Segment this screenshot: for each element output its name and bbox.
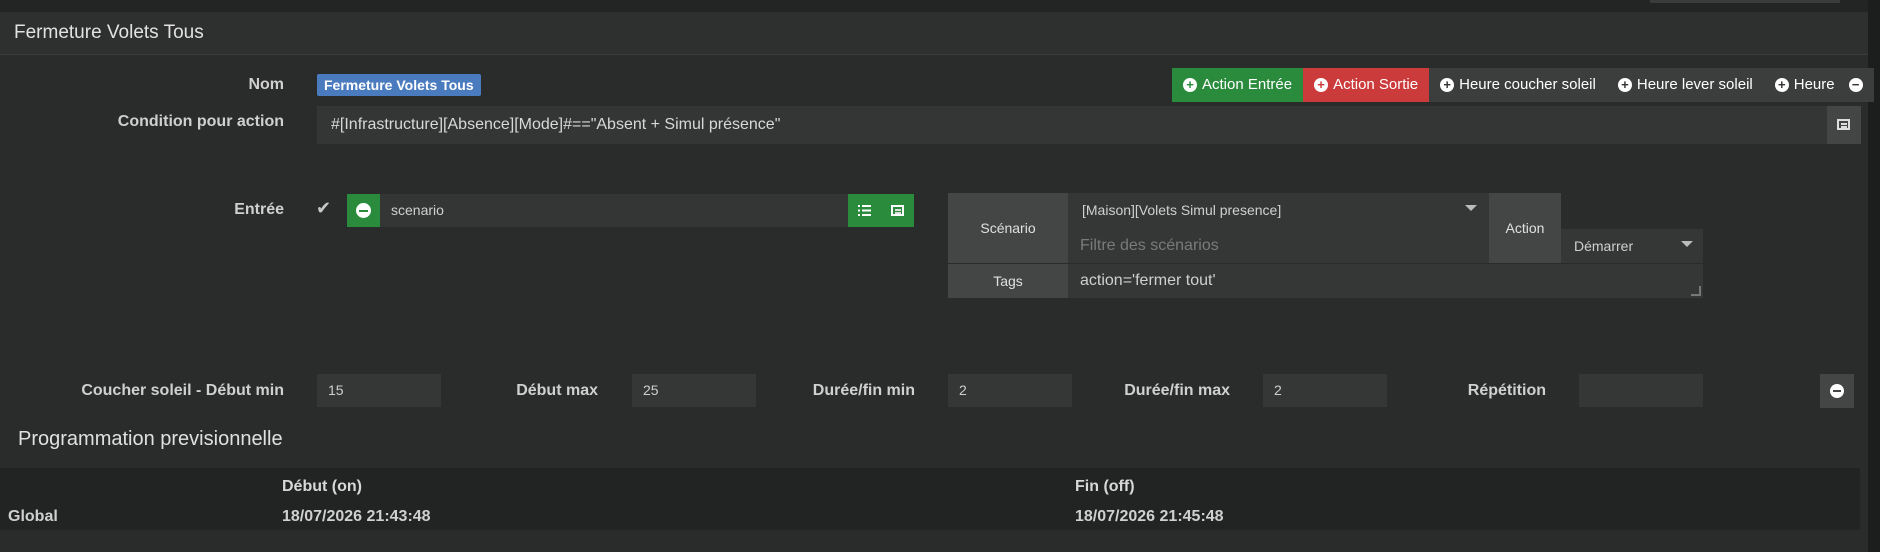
action-sortie-button[interactable]: + Action Sortie: [1303, 68, 1430, 102]
top-tab[interactable]: [1650, 0, 1840, 3]
chevron-down-icon: [1465, 205, 1477, 211]
repetition-label: Répétition: [1467, 382, 1546, 399]
remove-timing-button[interactable]: [1820, 374, 1854, 408]
row-start: 18/07/2026 21:43:48: [282, 508, 431, 525]
minus-circle-icon: [1830, 384, 1844, 398]
action-value: Démarrer: [1574, 238, 1634, 254]
heure-lever-soleil-button[interactable]: + Heure lever soleil: [1606, 68, 1764, 102]
row-end: 18/07/2026 21:45:48: [1075, 508, 1224, 525]
list-icon: [891, 205, 904, 216]
chevron-down-icon: [1681, 241, 1693, 247]
select-list-button[interactable]: [848, 194, 881, 227]
scenario-filter-input[interactable]: Filtre des scénarios: [1068, 228, 1489, 263]
tags-label: Tags: [948, 264, 1068, 298]
panel-title: Fermeture Volets Tous: [14, 22, 204, 43]
checklist-icon: [858, 205, 871, 216]
action-entree-button[interactable]: + Action Entrée: [1172, 68, 1304, 102]
col-start-header: Début (on): [282, 478, 362, 495]
condition-label: Condition pour action: [117, 113, 284, 130]
minus-circle-icon: −: [1848, 78, 1863, 92]
entree-input[interactable]: scenario: [380, 194, 848, 227]
col-end-header: Fin (off): [1075, 478, 1135, 495]
scenario-select[interactable]: [Maison][Volets Simul presence]: [1068, 193, 1489, 228]
plus-circle-icon: +: [1617, 78, 1632, 92]
tags-value: action='fermer tout': [1080, 272, 1216, 289]
nom-badge: Fermeture Volets Tous: [317, 74, 481, 96]
panel-header: [0, 12, 1868, 55]
action-label: Action: [1489, 193, 1561, 263]
heure-lever-label: Heure lever soleil: [1636, 76, 1753, 93]
row-label: Global: [8, 508, 58, 525]
heure-coucher-soleil-button[interactable]: + Heure coucher soleil: [1429, 68, 1607, 102]
condition-list-button[interactable]: [1827, 106, 1861, 144]
repetition-input[interactable]: [1579, 374, 1703, 407]
action-sortie-label: Action Sortie: [1333, 76, 1419, 93]
plus-circle-icon: +: [1774, 78, 1789, 92]
list-icon: [1837, 119, 1850, 130]
duree-min-input[interactable]: 2: [948, 374, 1072, 407]
heure-button[interactable]: + Heure: [1763, 68, 1846, 102]
duree-min-label: Durée/fin min: [812, 382, 915, 399]
action-toolbar: + Action Entrée + Action Sortie + Heure cou…: [1172, 68, 1874, 102]
heure-coucher-label: Heure coucher soleil: [1459, 76, 1596, 93]
coucher-label: Coucher soleil - Début min: [81, 382, 284, 399]
remove-button[interactable]: −: [1845, 68, 1874, 102]
scenario-value: [Maison][Volets Simul presence]: [1082, 202, 1282, 218]
entree-label: Entrée: [234, 201, 284, 218]
plus-circle-icon: +: [1314, 78, 1329, 92]
resize-handle-icon[interactable]: [1691, 286, 1701, 296]
heure-label: Heure: [1793, 76, 1835, 93]
debut-max-label: Début max: [516, 382, 598, 399]
plus-circle-icon: +: [1440, 78, 1455, 92]
list-button[interactable]: [881, 194, 914, 227]
debut-max-input[interactable]: 25: [632, 374, 756, 407]
programmation-table: [0, 468, 1860, 530]
top-strip: [0, 0, 1868, 12]
action-entree-label: Action Entrée: [1202, 76, 1293, 93]
duree-max-input[interactable]: 2: [1263, 374, 1387, 407]
coucher-input[interactable]: 15: [317, 374, 441, 407]
check-icon[interactable]: ✔: [316, 198, 331, 219]
nom-label: Nom: [248, 76, 284, 93]
tags-input[interactable]: action='fermer tout': [1068, 264, 1703, 298]
programmation-title: Programmation previsionnelle: [18, 428, 283, 450]
minus-circle-icon: [356, 203, 371, 218]
condition-input[interactable]: #[Infrastructure][Absence][Mode]#=="Abse…: [317, 106, 1827, 144]
remove-entree-button[interactable]: [347, 194, 380, 227]
scenario-label: Scénario: [948, 193, 1068, 263]
action-select[interactable]: Démarrer: [1561, 229, 1703, 263]
duree-max-label: Durée/fin max: [1124, 382, 1230, 399]
plus-circle-icon: +: [1183, 78, 1197, 92]
